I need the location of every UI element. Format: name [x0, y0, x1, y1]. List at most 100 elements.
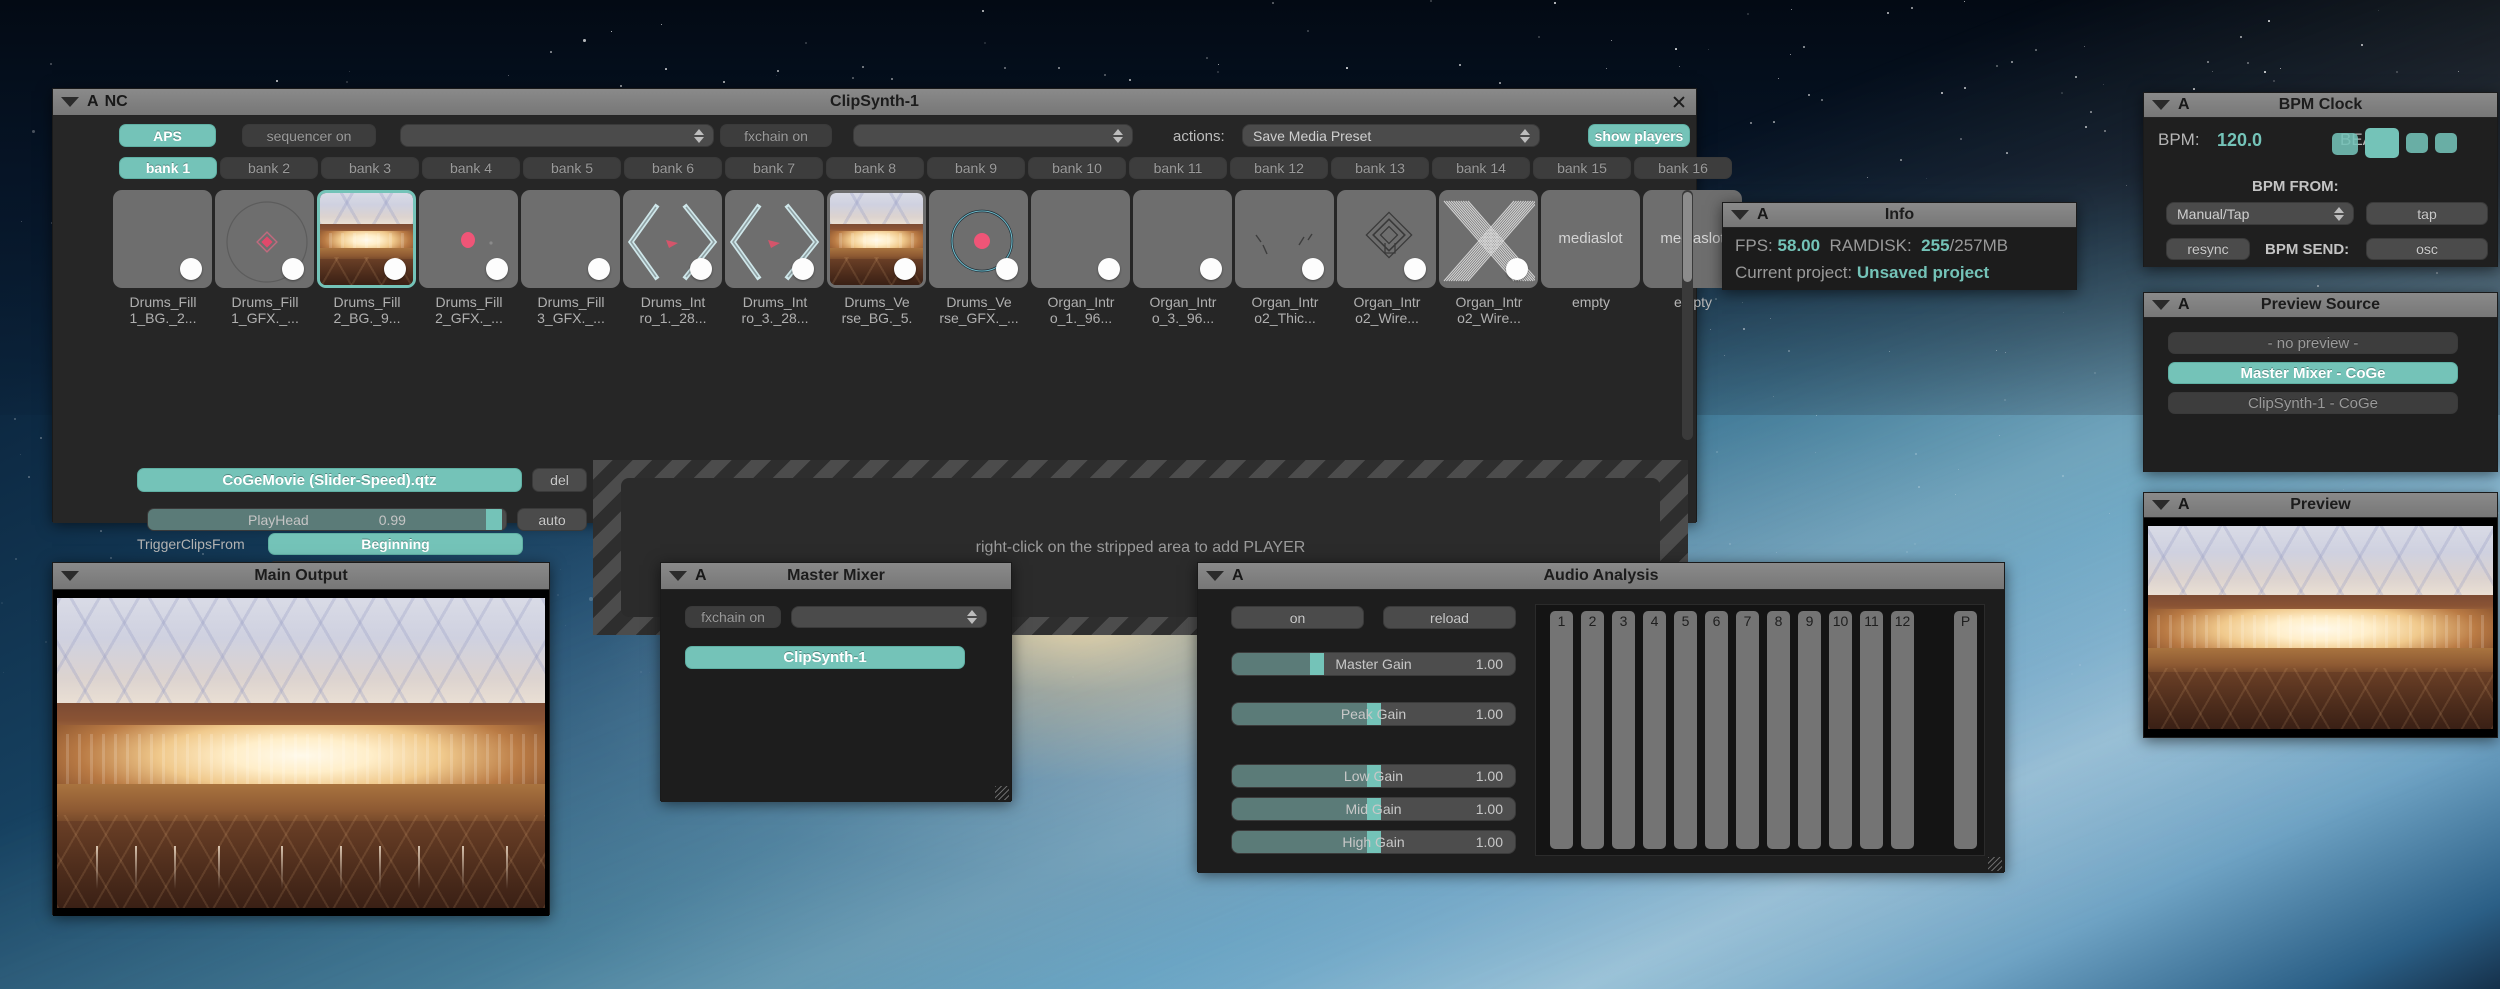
bank-button-16[interactable]: bank 16 [1634, 157, 1732, 179]
clip-trigger-dot[interactable] [384, 258, 406, 280]
clip-slot-9[interactable] [929, 190, 1028, 288]
clip-slot-12[interactable] [1235, 190, 1334, 288]
audio-analysis-window[interactable]: A Audio Analysis on reload Master Gain 1.… [1197, 562, 2005, 873]
preview-source-item-3[interactable]: ClipSynth-1 - CoGe [2168, 392, 2458, 414]
clip-trigger-dot[interactable] [996, 258, 1018, 280]
show-players-button[interactable]: show players [1588, 124, 1690, 147]
clip-trigger-dot[interactable] [1098, 258, 1120, 280]
audio-analysis-titlebar[interactable]: A Audio Analysis [1198, 563, 2004, 590]
clip-trigger-dot[interactable] [282, 258, 304, 280]
bpm-titlebar[interactable]: A BPM Clock [2144, 93, 2497, 118]
clip-slot-13[interactable] [1337, 190, 1436, 288]
clip-slot-11[interactable] [1133, 190, 1232, 288]
collapse-triangle-icon[interactable] [2152, 500, 2170, 510]
delete-player-button[interactable]: del [532, 468, 587, 492]
clip-trigger-dot[interactable] [894, 258, 916, 280]
collapse-triangle-icon[interactable] [2152, 300, 2170, 310]
close-icon[interactable] [1672, 95, 1686, 109]
bank-button-11[interactable]: bank 11 [1129, 157, 1227, 179]
clip-slot-2[interactable] [215, 190, 314, 288]
actions-combo[interactable]: Save Media Preset [1242, 124, 1540, 147]
collapse-triangle-icon[interactable] [61, 571, 79, 581]
info-window[interactable]: A Info FPS: 58.00 RAMDISK: 255/257MB Cur… [1722, 202, 2077, 290]
master-mixer-window[interactable]: A Master Mixer fxchain on ClipSynth-1 [660, 562, 1012, 802]
preview-source-item-1[interactable]: - no preview - [2168, 332, 2458, 354]
master-mixer-titlebar[interactable]: A Master Mixer [661, 563, 1011, 590]
mixer-fxchain-preset-combo[interactable] [791, 606, 987, 628]
preview-source-titlebar[interactable]: A Preview Source [2144, 293, 2497, 318]
clip-slot-4[interactable] [419, 190, 518, 288]
gain-slider-master-gain[interactable]: Master Gain 1.00 [1231, 652, 1516, 676]
sequencer-toggle-button[interactable]: sequencer on [242, 124, 376, 147]
aps-button[interactable]: APS [119, 124, 216, 147]
collapse-triangle-icon[interactable] [61, 97, 79, 107]
osc-button[interactable]: osc [2366, 238, 2488, 260]
preview-titlebar[interactable]: A Preview [2144, 493, 2497, 518]
bank-button-9[interactable]: bank 9 [927, 157, 1025, 179]
bank-button-4[interactable]: bank 4 [422, 157, 520, 179]
audio-on-button[interactable]: on [1231, 606, 1364, 629]
clip-slot-14[interactable] [1439, 190, 1538, 288]
clip-trigger-dot[interactable] [588, 258, 610, 280]
mixer-fxchain-button[interactable]: fxchain on [685, 606, 781, 628]
resync-button[interactable]: resync [2166, 238, 2250, 260]
main-output-window[interactable]: Main Output [52, 562, 550, 916]
bank-button-2[interactable]: bank 2 [220, 157, 318, 179]
preview-source-window[interactable]: A Preview Source - no preview - Master Mi… [2143, 292, 2498, 472]
gain-slider-mid-gain[interactable]: Mid Gain 1.00 [1231, 797, 1516, 821]
clip-trigger-dot[interactable] [486, 258, 508, 280]
bank-button-12[interactable]: bank 12 [1230, 157, 1328, 179]
clip-slot-5[interactable] [521, 190, 620, 288]
bank-button-7[interactable]: bank 7 [725, 157, 823, 179]
playhead-auto-button[interactable]: auto [517, 508, 587, 531]
clipgrid-scrollbar[interactable] [1682, 190, 1693, 440]
clip-trigger-dot[interactable] [1404, 258, 1426, 280]
bank-button-3[interactable]: bank 3 [321, 157, 419, 179]
collapse-triangle-icon[interactable] [2152, 100, 2170, 110]
clip-slot-7[interactable] [725, 190, 824, 288]
resize-grip-icon[interactable] [1988, 857, 2002, 871]
clip-trigger-dot[interactable] [792, 258, 814, 280]
playhead-slider[interactable]: PlayHead 0.99 [147, 508, 507, 531]
clip-trigger-dot[interactable] [1200, 258, 1222, 280]
clip-slot-1[interactable] [113, 190, 212, 288]
fxchain-toggle-button[interactable]: fxchain on [720, 124, 832, 147]
gain-slider-high-gain[interactable]: High Gain 1.00 [1231, 830, 1516, 854]
collapse-triangle-icon[interactable] [1731, 210, 1749, 220]
player-clip-name[interactable]: CoGeMovie (Slider-Speed).qtz [137, 468, 522, 492]
clip-slot-15[interactable]: media slot [1541, 190, 1640, 288]
info-titlebar[interactable]: A Info [1723, 203, 2076, 228]
gain-slider-low-gain[interactable]: Low Gain 1.00 [1231, 764, 1516, 788]
bank-button-1[interactable]: bank 1 [119, 157, 217, 179]
bank-button-15[interactable]: bank 15 [1533, 157, 1631, 179]
clip-trigger-dot[interactable] [180, 258, 202, 280]
fxchain-preset-combo[interactable] [853, 124, 1133, 147]
bpm-from-combo[interactable]: Manual/Tap [2166, 202, 2354, 225]
bank-button-13[interactable]: bank 13 [1331, 157, 1429, 179]
clip-slot-6[interactable] [623, 190, 722, 288]
clip-trigger-dot[interactable] [690, 258, 712, 280]
scrollbar-thumb[interactable] [1683, 192, 1692, 282]
bpm-clock-window[interactable]: A BPM Clock BPM: 120.0 BEAT: BPM FROM: M… [2143, 92, 2498, 267]
clip-trigger-dot[interactable] [1506, 258, 1528, 280]
preview-window[interactable]: A Preview [2143, 492, 2498, 738]
resize-grip-icon[interactable] [995, 786, 1009, 800]
main-output-titlebar[interactable]: Main Output [53, 563, 549, 590]
bank-button-5[interactable]: bank 5 [523, 157, 621, 179]
gain-slider-peak-gain[interactable]: Peak Gain 1.00 [1231, 702, 1516, 726]
clip-slot-10[interactable] [1031, 190, 1130, 288]
bank-button-10[interactable]: bank 10 [1028, 157, 1126, 179]
bank-button-6[interactable]: bank 6 [624, 157, 722, 179]
bank-button-14[interactable]: bank 14 [1432, 157, 1530, 179]
bank-button-8[interactable]: bank 8 [826, 157, 924, 179]
clipsynth-titlebar[interactable]: A NC ClipSynth-1 [53, 89, 1696, 116]
collapse-triangle-icon[interactable] [669, 571, 687, 581]
preview-source-item-2[interactable]: Master Mixer - CoGe [2168, 362, 2458, 384]
trigger-beginning-button[interactable]: Beginning [268, 533, 523, 555]
clipsynth-window[interactable]: A NC ClipSynth-1 APS sequencer on fxchai… [52, 88, 1742, 635]
audio-reload-button[interactable]: reload [1383, 606, 1516, 629]
clip-slot-3[interactable] [317, 190, 416, 288]
clip-trigger-dot[interactable] [1302, 258, 1324, 280]
collapse-triangle-icon[interactable] [1206, 571, 1224, 581]
clip-slot-8[interactable] [827, 190, 926, 288]
